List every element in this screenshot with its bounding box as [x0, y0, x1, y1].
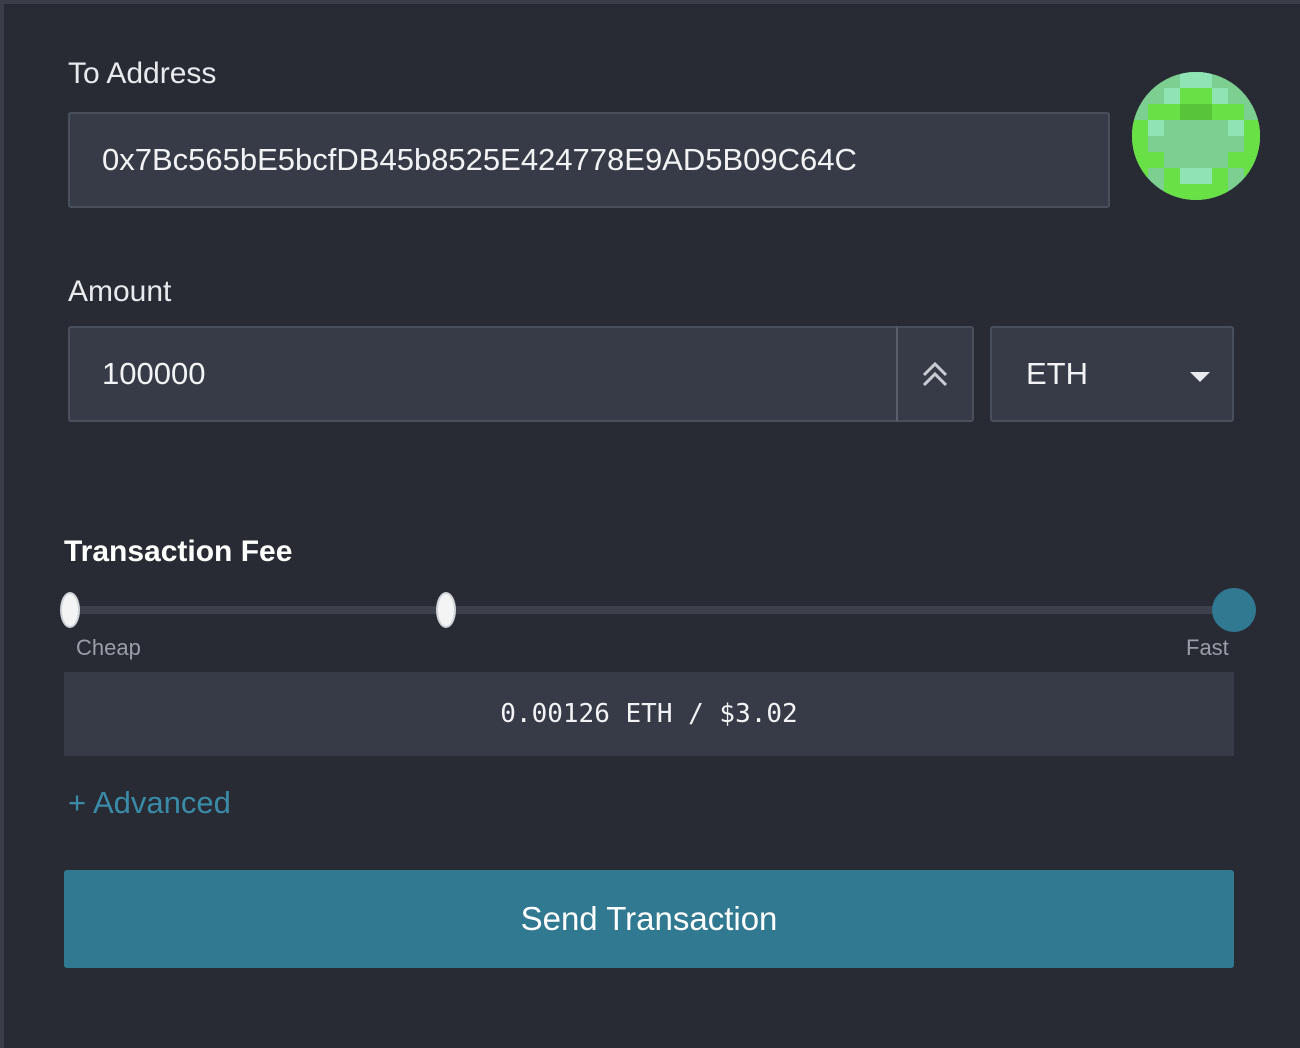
- to-address-label: To Address: [68, 57, 217, 90]
- amount-label: Amount: [68, 275, 172, 308]
- amount-max-button[interactable]: [896, 326, 974, 422]
- send-transaction-button[interactable]: Send Transaction: [64, 870, 1234, 968]
- double-chevron-up-icon: [922, 361, 948, 387]
- currency-select-value: ETH: [1026, 356, 1088, 391]
- to-address-input[interactable]: 0x7Bc565bE5bcfDB45b8525E424778E9AD5B09C6…: [68, 112, 1110, 208]
- fee-cheap-label: Cheap: [76, 635, 141, 660]
- fee-summary: 0.00126 ETH / $3.02: [64, 672, 1234, 756]
- advanced-toggle-link[interactable]: + Advanced: [68, 784, 231, 822]
- currency-select[interactable]: ETH: [990, 326, 1234, 422]
- caret-down-icon: [1190, 372, 1210, 382]
- fee-slider-tick-cheap[interactable]: [60, 592, 80, 628]
- fee-slider-track[interactable]: [68, 606, 1234, 614]
- fee-slider-thumb[interactable]: [1212, 588, 1256, 632]
- amount-input[interactable]: 100000: [68, 326, 898, 422]
- fee-slider-tick-mid[interactable]: [436, 592, 456, 628]
- fee-fast-label: Fast: [1186, 635, 1229, 660]
- address-identicon: [1132, 72, 1260, 200]
- transaction-fee-title: Transaction Fee: [64, 535, 293, 568]
